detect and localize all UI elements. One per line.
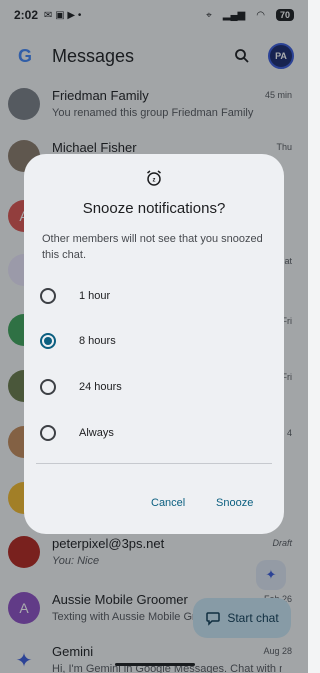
radio-button[interactable] — [40, 379, 56, 395]
snooze-dialog: z Snooze notifications? Other members wi… — [24, 154, 284, 534]
snooze-button[interactable]: Snooze — [216, 497, 253, 509]
radio-button-selected[interactable] — [40, 333, 56, 349]
option-always[interactable]: Always — [34, 415, 274, 451]
option-label: 1 hour — [79, 290, 111, 302]
radio-dot — [44, 337, 52, 345]
option-label: 8 hours — [79, 335, 116, 347]
option-label: 24 hours — [79, 381, 122, 393]
dialog-title: Snooze notifications? — [82, 200, 226, 217]
option-label: Always — [79, 427, 114, 439]
option-1-hour[interactable]: 1 hour — [34, 278, 274, 314]
option-24-hours[interactable]: 24 hours — [34, 369, 274, 405]
cancel-button[interactable]: Cancel — [151, 497, 185, 509]
svg-text:z: z — [153, 178, 156, 184]
option-8-hours[interactable]: 8 hours — [34, 323, 274, 359]
dialog-description: Other members will not see that you snoo… — [42, 233, 263, 261]
radio-button[interactable] — [40, 425, 56, 441]
dialog-divider — [36, 463, 272, 464]
radio-button[interactable] — [40, 288, 56, 304]
alarm-icon: z — [142, 166, 166, 190]
